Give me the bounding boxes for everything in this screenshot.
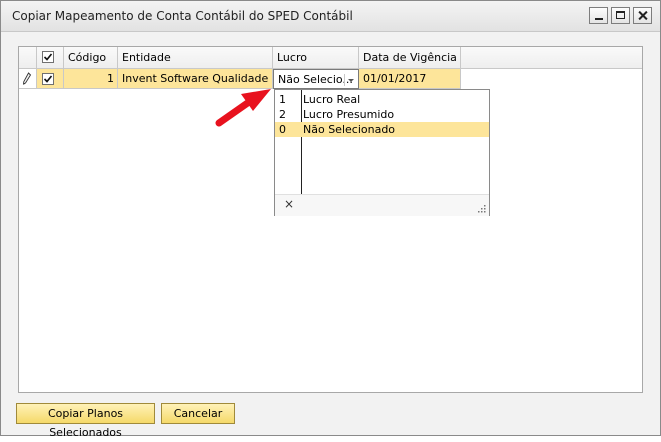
- cell-data-vigencia[interactable]: 01/01/2017: [359, 69, 461, 89]
- resize-grip-icon[interactable]: [477, 204, 486, 213]
- copy-selected-plans-button[interactable]: Copiar Planos Selecionados: [16, 403, 155, 439]
- header-entidade[interactable]: Entidade: [118, 47, 273, 68]
- window-title: Copiar Mapeamento de Conta Contábil do S…: [12, 9, 353, 23]
- option-label: Lucro Presumido: [303, 108, 395, 121]
- checkmark-icon: [43, 75, 53, 83]
- red-arrow-icon: [215, 89, 271, 127]
- option-code: 1: [279, 93, 286, 106]
- cell-codigo[interactable]: 1: [64, 69, 118, 89]
- close-button[interactable]: [633, 7, 652, 24]
- table-row[interactable]: 1 Invent Software Qualidade (1) Não Sele…: [19, 69, 642, 89]
- header-lucro[interactable]: Lucro: [273, 47, 359, 68]
- option-code: 0: [279, 123, 286, 136]
- grid-header: Código Entidade Lucro Data de Vigência: [19, 47, 642, 69]
- minimize-icon: [595, 18, 603, 20]
- row-select-cell[interactable]: [37, 69, 64, 89]
- row-indicator-header: [19, 47, 37, 68]
- option-label: Não Selecionado: [303, 123, 396, 136]
- dialog-window: Copiar Mapeamento de Conta Contábil do S…: [0, 0, 661, 439]
- maximize-button[interactable]: [611, 7, 630, 24]
- dropdown-footer: ×: [275, 194, 489, 216]
- close-dropdown-icon[interactable]: ×: [284, 197, 294, 211]
- select-all-cell[interactable]: [37, 47, 64, 68]
- row-checkbox[interactable]: [42, 73, 54, 85]
- header-data-vigencia[interactable]: Data de Vigência: [359, 47, 461, 68]
- dropdown-arrow-icon[interactable]: [344, 74, 356, 86]
- lucro-combobox[interactable]: Não Selecio...: [273, 69, 359, 89]
- minimize-button[interactable]: [589, 7, 608, 24]
- option-label: Lucro Real: [303, 93, 361, 106]
- list-item[interactable]: 1 Lucro Real: [275, 92, 489, 107]
- lucro-combobox-value: Não Selecio...: [278, 73, 353, 86]
- cancel-button[interactable]: Cancelar: [161, 403, 235, 424]
- maximize-icon: [616, 11, 625, 19]
- row-indicator: [19, 69, 37, 89]
- title-bar[interactable]: Copiar Mapeamento de Conta Contábil do S…: [1, 1, 660, 32]
- list-item-selected[interactable]: 0 Não Selecionado: [275, 122, 489, 137]
- checkmark-icon: [43, 53, 53, 61]
- header-codigo[interactable]: Código: [64, 47, 118, 68]
- lucro-dropdown-list: 1 Lucro Real 2 Lucro Presumido 0 Não Sel…: [274, 89, 490, 216]
- select-all-checkbox[interactable]: [42, 51, 54, 63]
- option-code: 2: [279, 108, 286, 121]
- list-item[interactable]: 2 Lucro Presumido: [275, 107, 489, 122]
- edit-pencil-icon: [22, 72, 32, 85]
